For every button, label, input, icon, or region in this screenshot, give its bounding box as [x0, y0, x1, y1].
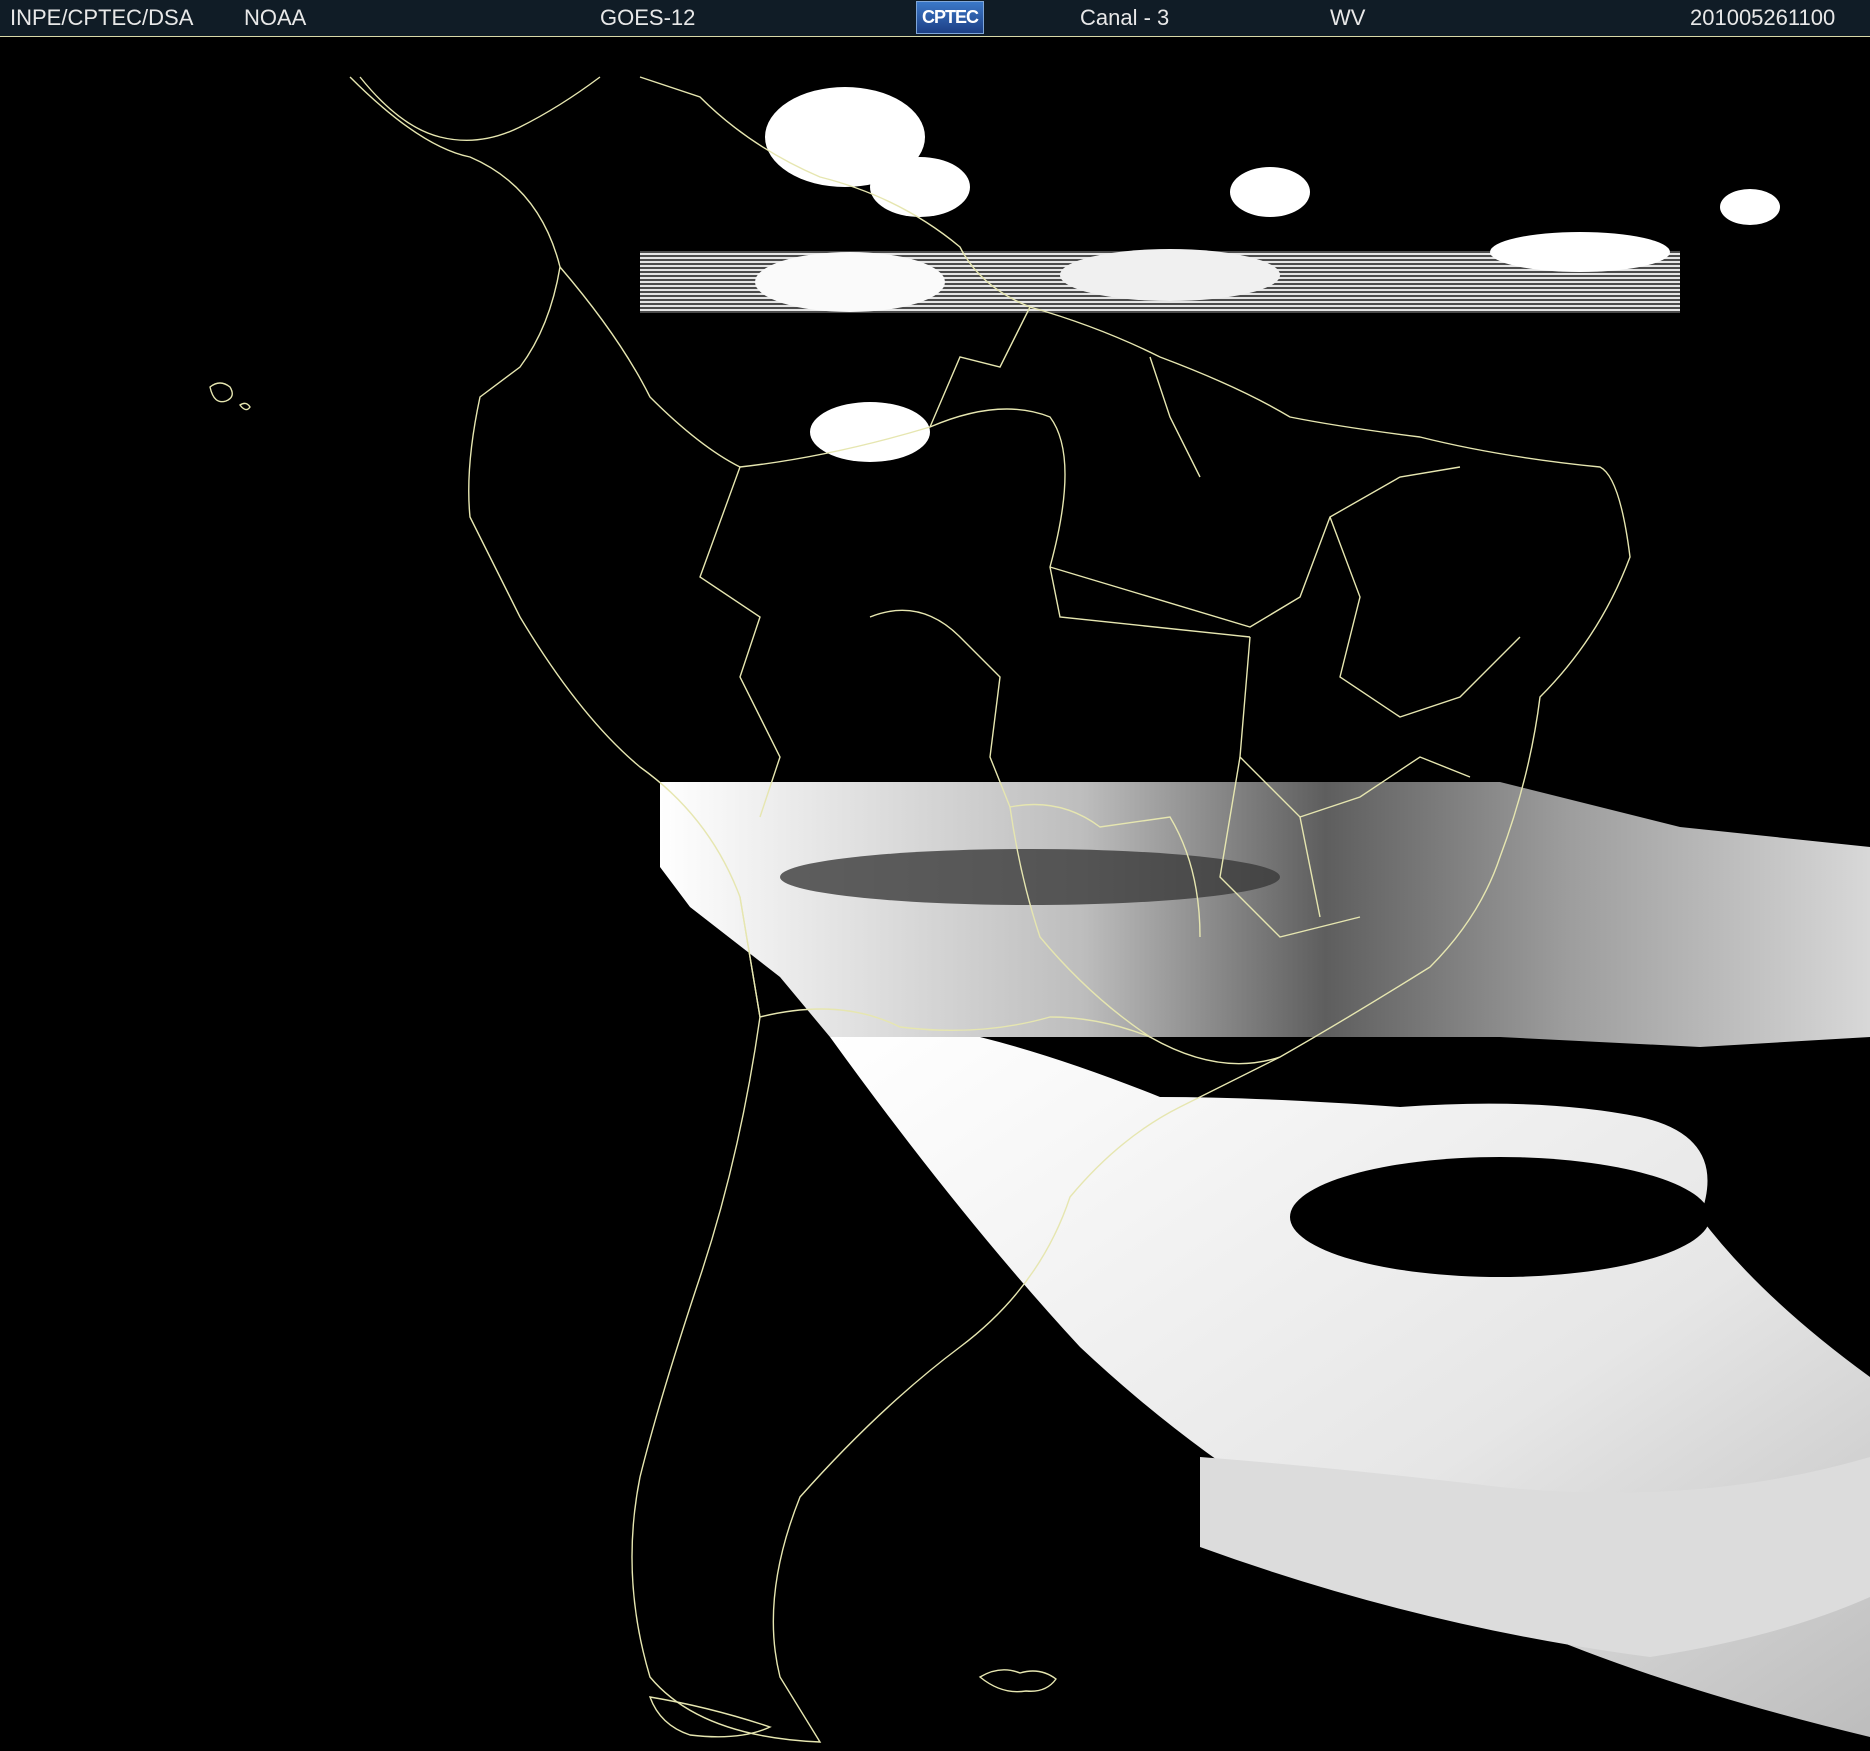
agency-label: NOAA	[244, 5, 307, 30]
cloud-band-central	[660, 782, 1870, 1047]
cloud-patch	[1720, 189, 1780, 225]
state-border	[1049, 466, 1461, 628]
band-label: WV	[1330, 5, 1366, 30]
coastline-caribbean	[359, 76, 601, 141]
dry-slot	[780, 849, 1280, 905]
state-border	[1149, 356, 1201, 478]
island-tierra-del-fuego	[648, 1696, 772, 1738]
country-border	[559, 266, 781, 818]
dry-slot	[1290, 1157, 1710, 1277]
state-border	[1329, 516, 1521, 718]
satellite-label: GOES-12	[600, 5, 696, 30]
cloud-patch	[870, 157, 970, 217]
cptec-logo: CPTEC	[916, 1, 984, 34]
cloud-patch	[1060, 249, 1280, 301]
cloud-patch	[755, 252, 945, 312]
org-label: INPE/CPTEC/DSA	[10, 5, 194, 30]
cloud-patch	[1230, 167, 1310, 217]
logo-text: CPTEC	[921, 7, 979, 27]
island-falklands	[978, 1669, 1057, 1693]
island-galapagos	[209, 382, 251, 411]
satellite-map	[0, 36, 1870, 1750]
cloud-patch	[1490, 232, 1670, 272]
channel-label: Canal - 3	[1080, 5, 1170, 30]
timestamp-label: 201005261100	[1690, 5, 1836, 30]
image-header: INPE/CPTEC/DSA NOAA GOES-12 CPTEC Canal …	[0, 0, 1870, 36]
